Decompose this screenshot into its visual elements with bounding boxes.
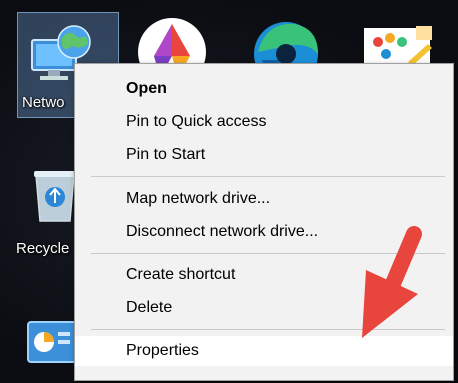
recycle-bin-icon[interactable] [30,165,80,225]
menu-separator [91,253,445,254]
menu-item-open[interactable]: Open [75,74,453,104]
menu-item-delete[interactable]: Delete [75,293,453,323]
network-icon-label[interactable]: Netwo [22,94,65,111]
menu-item-pin-to-quick-access[interactable]: Pin to Quick access [75,107,453,137]
menu-item-create-shortcut[interactable]: Create shortcut [75,260,453,290]
menu-separator [91,329,445,330]
desktop: Netwo Recycle Open Pin to Quick access P… [0,0,458,383]
menu-item-pin-to-start[interactable]: Pin to Start [75,140,453,170]
control-panel-icon[interactable] [26,318,78,366]
menu-item-disconnect-network-drive[interactable]: Disconnect network drive... [75,217,453,247]
menu-separator [91,176,445,177]
recycle-bin-label[interactable]: Recycle [16,240,69,257]
menu-item-map-network-drive[interactable]: Map network drive... [75,184,453,214]
context-menu: Open Pin to Quick access Pin to Start Ma… [74,63,454,381]
menu-item-properties[interactable]: Properties [75,336,453,366]
